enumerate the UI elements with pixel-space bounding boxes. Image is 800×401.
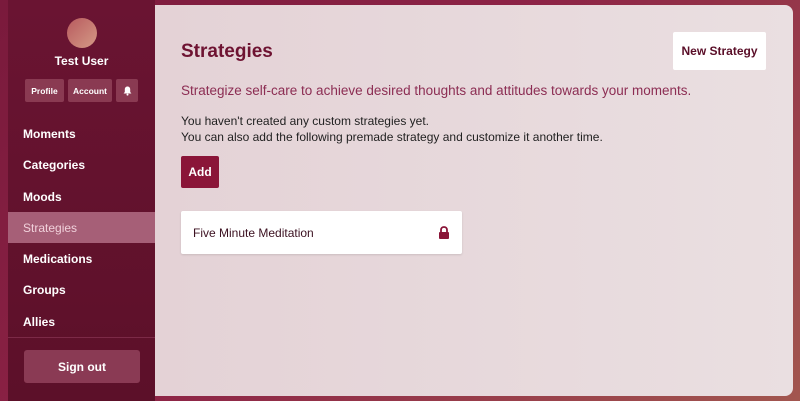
sidebar-item-allies[interactable]: Allies [8,306,155,337]
sidebar-item-groups[interactable]: Groups [8,274,155,305]
page-title: Strategies [181,41,273,62]
sign-out-button[interactable]: Sign out [24,350,140,383]
profile-button[interactable]: Profile [25,79,64,102]
sidebar-item-moments[interactable]: Moments [8,118,155,149]
sidebar-item-moods[interactable]: Moods [8,181,155,212]
add-button[interactable]: Add [181,156,219,188]
premade-hint: You can also add the following premade s… [181,130,603,144]
sidebar: Test User Profile Account Moments Catego… [8,0,155,401]
account-button[interactable]: Account [68,79,112,102]
strategy-name: Five Minute Meditation [193,225,314,240]
new-strategy-button[interactable]: New Strategy [673,32,766,70]
lock-icon [439,226,449,239]
empty-state-message: You haven't created any custom strategie… [181,114,429,128]
bell-icon [123,86,131,96]
avatar[interactable] [67,18,97,48]
user-name: Test User [54,54,109,68]
strategy-card[interactable]: Five Minute Meditation [181,211,462,254]
page-subtitle: Strategize self-care to achieve desired … [181,83,692,98]
sidebar-item-strategies[interactable]: Strategies [8,212,155,243]
main-panel: Strategies New Strategy Strategize self-… [155,5,793,396]
sidebar-divider [8,337,155,338]
sidebar-item-medications[interactable]: Medications [8,243,155,274]
sidebar-item-categories[interactable]: Categories [8,149,155,180]
notifications-button[interactable] [116,79,138,102]
